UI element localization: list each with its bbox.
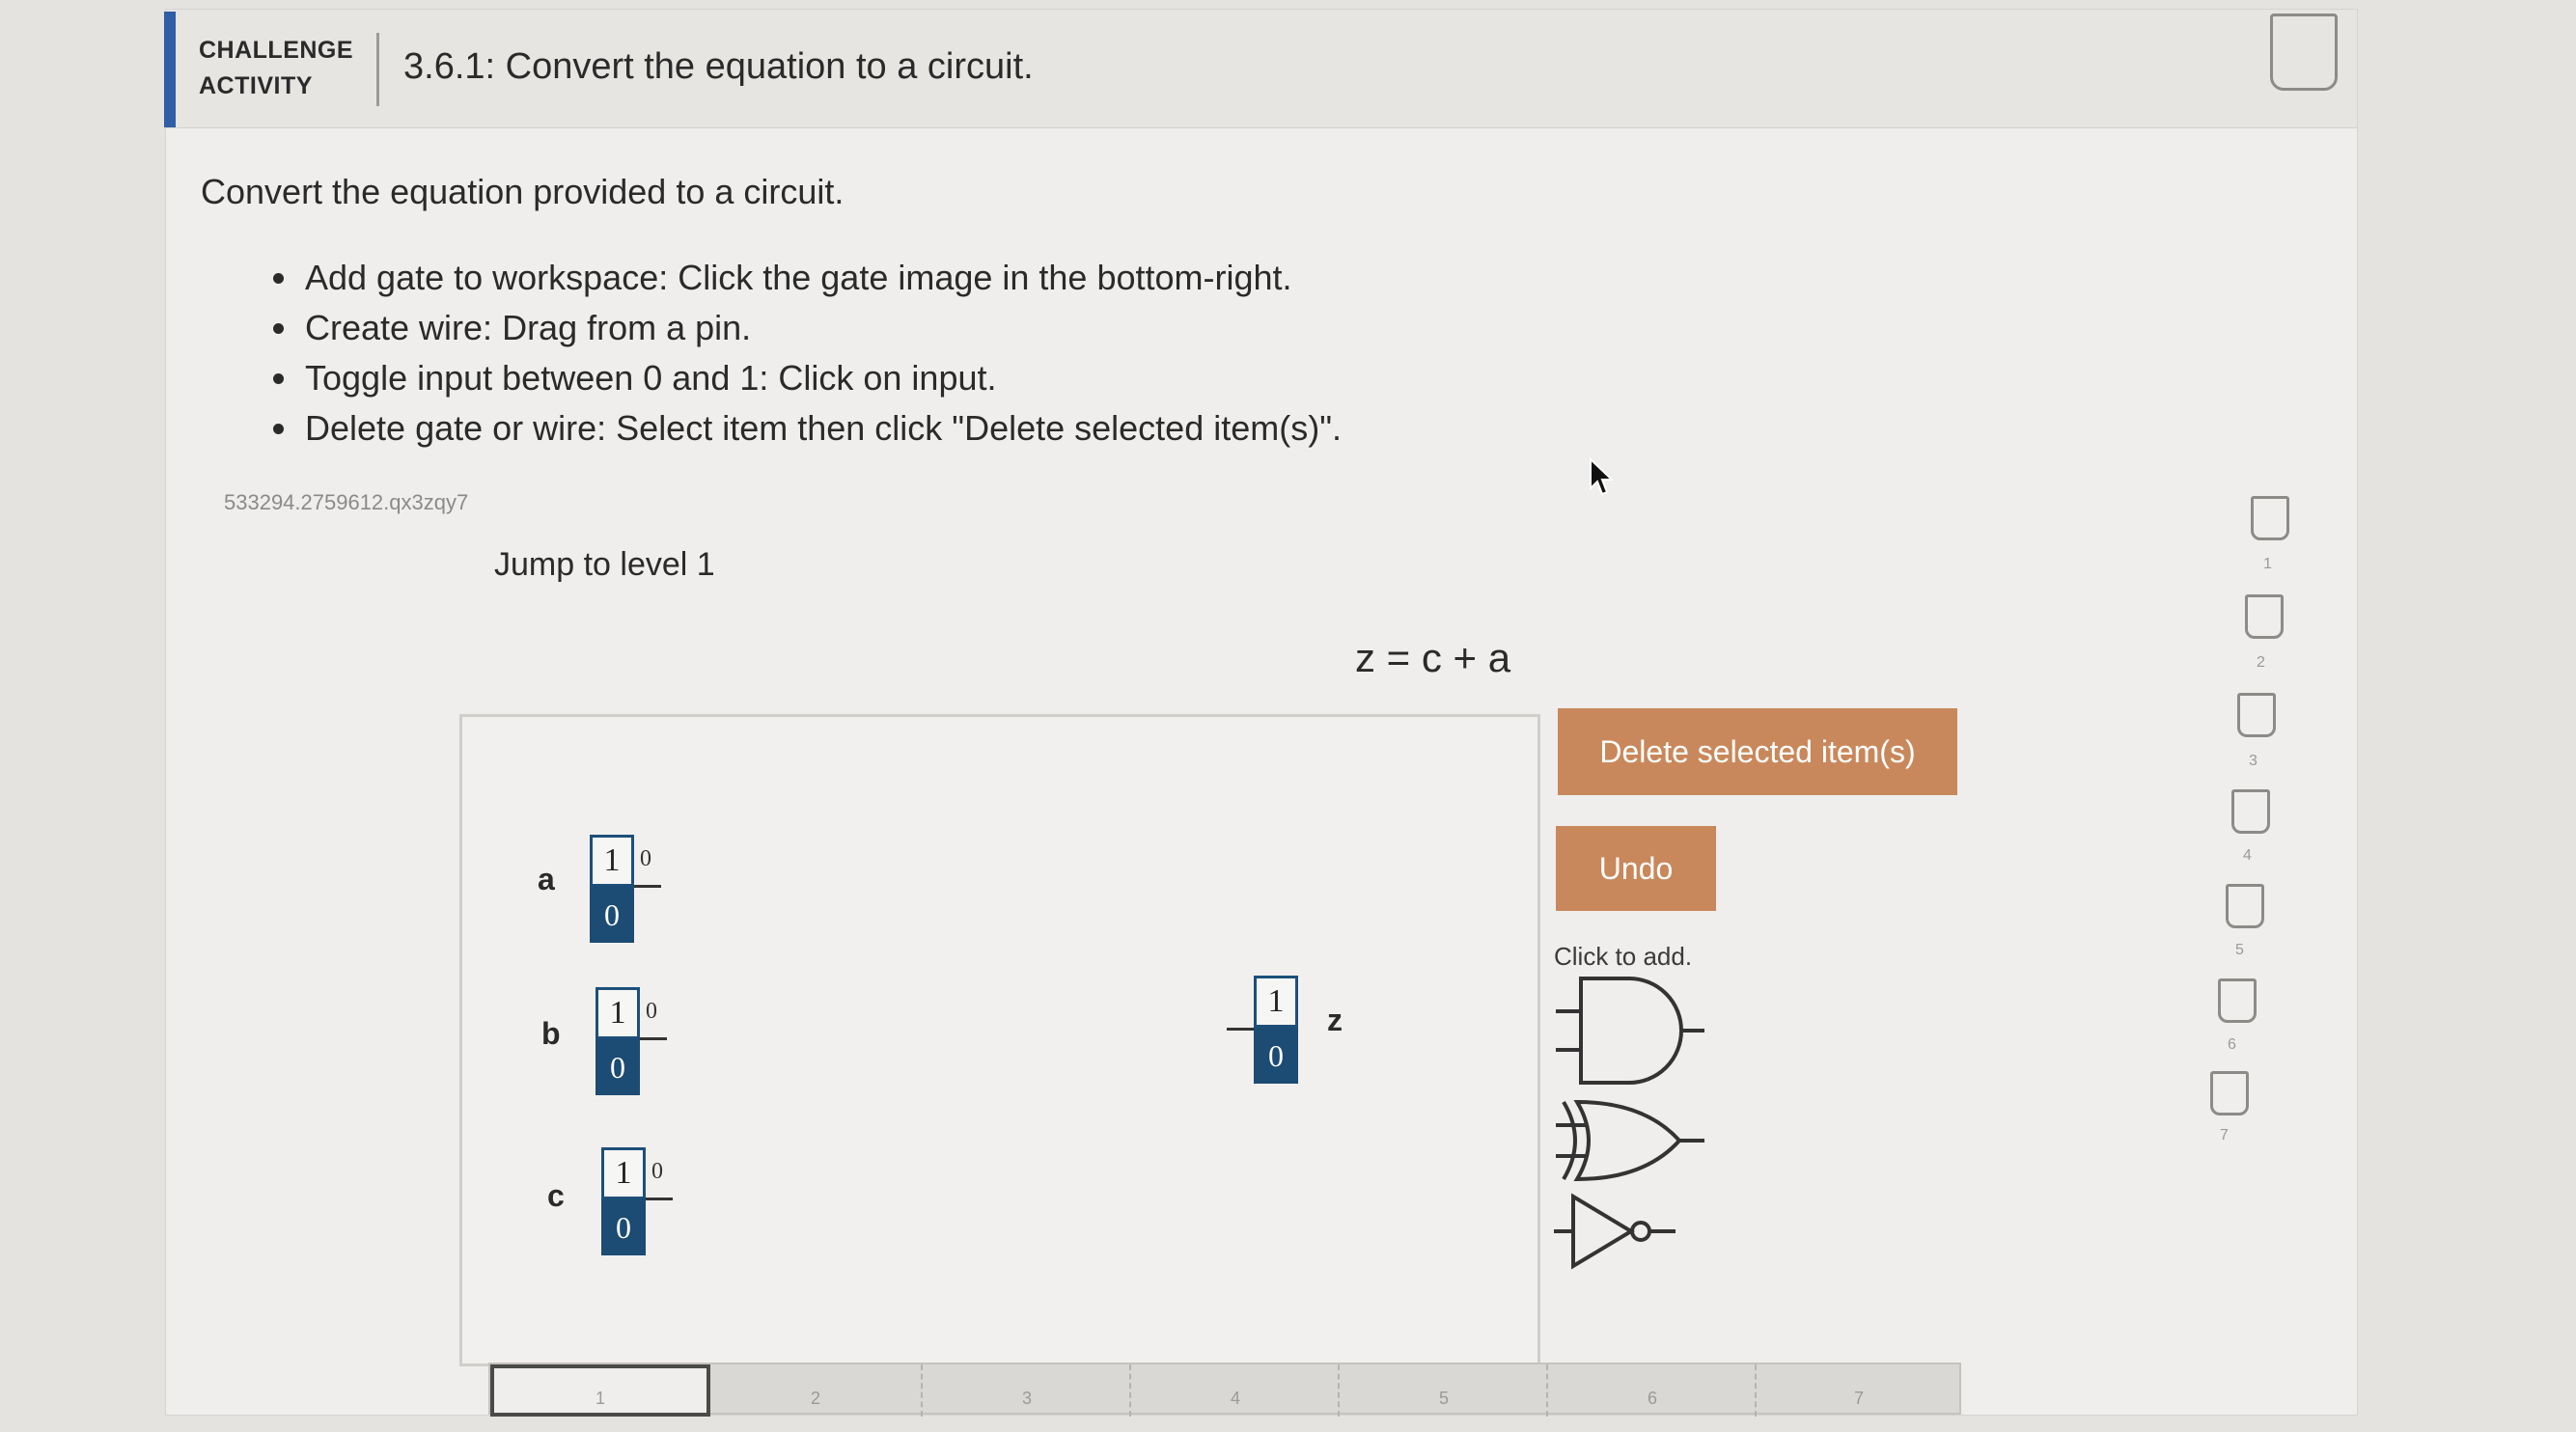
- output-option-0: 0: [1254, 1028, 1298, 1084]
- level-box-icon: [2251, 496, 2289, 540]
- gates-palette-label: Click to add.: [1554, 942, 1693, 971]
- toggle-option-0[interactable]: 0: [590, 887, 634, 943]
- level-number: 1: [2263, 556, 2272, 572]
- toggle-option-0[interactable]: 0: [601, 1199, 646, 1255]
- not-gate-icon[interactable]: [1552, 1193, 1677, 1270]
- activity-id: 533294.2759612.qx3zqy7: [224, 490, 469, 514]
- input-pin[interactable]: [640, 1037, 667, 1040]
- instruction-item: Add gate to workspace: Click the gate im…: [301, 253, 1342, 303]
- mouse-cursor-icon: [1590, 457, 1614, 496]
- or-gate-icon[interactable]: [1552, 1094, 1706, 1187]
- input-label-a: a: [538, 862, 555, 896]
- circuit-workspace[interactable]: a 1 0 0 b 1 0 0 c 1 0 0 1 0 z: [459, 714, 1540, 1366]
- jump-to-level-link[interactable]: Jump to level 1: [494, 546, 715, 584]
- output-option-1: 1: [1254, 976, 1298, 1028]
- level-box-icon: [2245, 594, 2284, 639]
- output-z: 1 0: [1227, 976, 1298, 1086]
- activity-title: 3.6.1: Convert the equation to a circuit…: [403, 46, 1034, 87]
- level-tab-7[interactable]: 7: [1755, 1364, 1961, 1417]
- equation: z = c + a: [1355, 635, 1511, 680]
- input-label-c: c: [547, 1178, 565, 1213]
- input-pin[interactable]: [646, 1198, 673, 1200]
- input-value: 0: [640, 846, 651, 871]
- instructions-intro: Convert the equation provided to a circu…: [201, 172, 845, 211]
- toggle-option-1[interactable]: 1: [601, 1147, 646, 1199]
- input-value: 0: [646, 999, 657, 1024]
- output-pin[interactable]: [1227, 1028, 1254, 1031]
- level-number: 5: [2235, 942, 2244, 958]
- level-tab-2[interactable]: 2: [710, 1364, 921, 1417]
- instruction-item: Create wire: Drag from a pin.: [301, 303, 1342, 353]
- level-box-icon: [2218, 978, 2257, 1023]
- output-label-z: z: [1327, 1003, 1343, 1037]
- level-box-icon: [2231, 789, 2270, 834]
- challenge-label-line1: CHALLENGE: [199, 37, 354, 64]
- input-value: 0: [651, 1159, 663, 1184]
- completion-badge-icon: [2270, 14, 2338, 91]
- undo-button[interactable]: Undo: [1556, 826, 1716, 911]
- input-toggle-c[interactable]: 1 0 0: [601, 1147, 673, 1257]
- header-divider: [376, 33, 379, 106]
- instruction-item: Delete gate or wire: Select item then cl…: [301, 403, 1342, 454]
- level-tab-1[interactable]: 1: [490, 1364, 710, 1417]
- level-number: 4: [2243, 847, 2252, 864]
- challenge-activity-label: CHALLENGE ACTIVITY: [199, 33, 353, 104]
- input-pin[interactable]: [634, 885, 661, 888]
- and-gate-icon[interactable]: [1552, 973, 1706, 1090]
- level-number: 7: [2220, 1127, 2229, 1143]
- input-toggle-b[interactable]: 1 0 0: [596, 987, 667, 1097]
- toggle-option-1[interactable]: 1: [590, 835, 634, 887]
- level-tabs: 1 2 3 4 5 6 7: [488, 1363, 1961, 1417]
- level-box-icon: [2237, 693, 2276, 737]
- level-tab-5[interactable]: 5: [1338, 1364, 1548, 1417]
- challenge-label-line2: ACTIVITY: [199, 72, 313, 99]
- level-number: 2: [2257, 654, 2265, 671]
- toggle-option-0[interactable]: 0: [596, 1039, 640, 1095]
- delete-selected-button[interactable]: Delete selected item(s): [1558, 708, 1957, 795]
- input-toggle-a[interactable]: 1 0 0: [590, 835, 661, 945]
- level-number: 6: [2228, 1036, 2236, 1053]
- instructions-list: Add gate to workspace: Click the gate im…: [263, 253, 1342, 454]
- level-box-icon: [2210, 1071, 2249, 1115]
- instruction-item: Toggle input between 0 and 1: Click on i…: [301, 353, 1342, 403]
- toggle-option-1[interactable]: 1: [596, 987, 640, 1039]
- header-accent-bar: [164, 12, 176, 127]
- level-tab-4[interactable]: 4: [1129, 1364, 1340, 1417]
- input-label-b: b: [541, 1016, 561, 1051]
- level-box-icon: [2226, 884, 2264, 928]
- level-tab-3[interactable]: 3: [921, 1364, 1131, 1417]
- level-number: 3: [2249, 753, 2257, 769]
- level-tab-6[interactable]: 6: [1546, 1364, 1757, 1417]
